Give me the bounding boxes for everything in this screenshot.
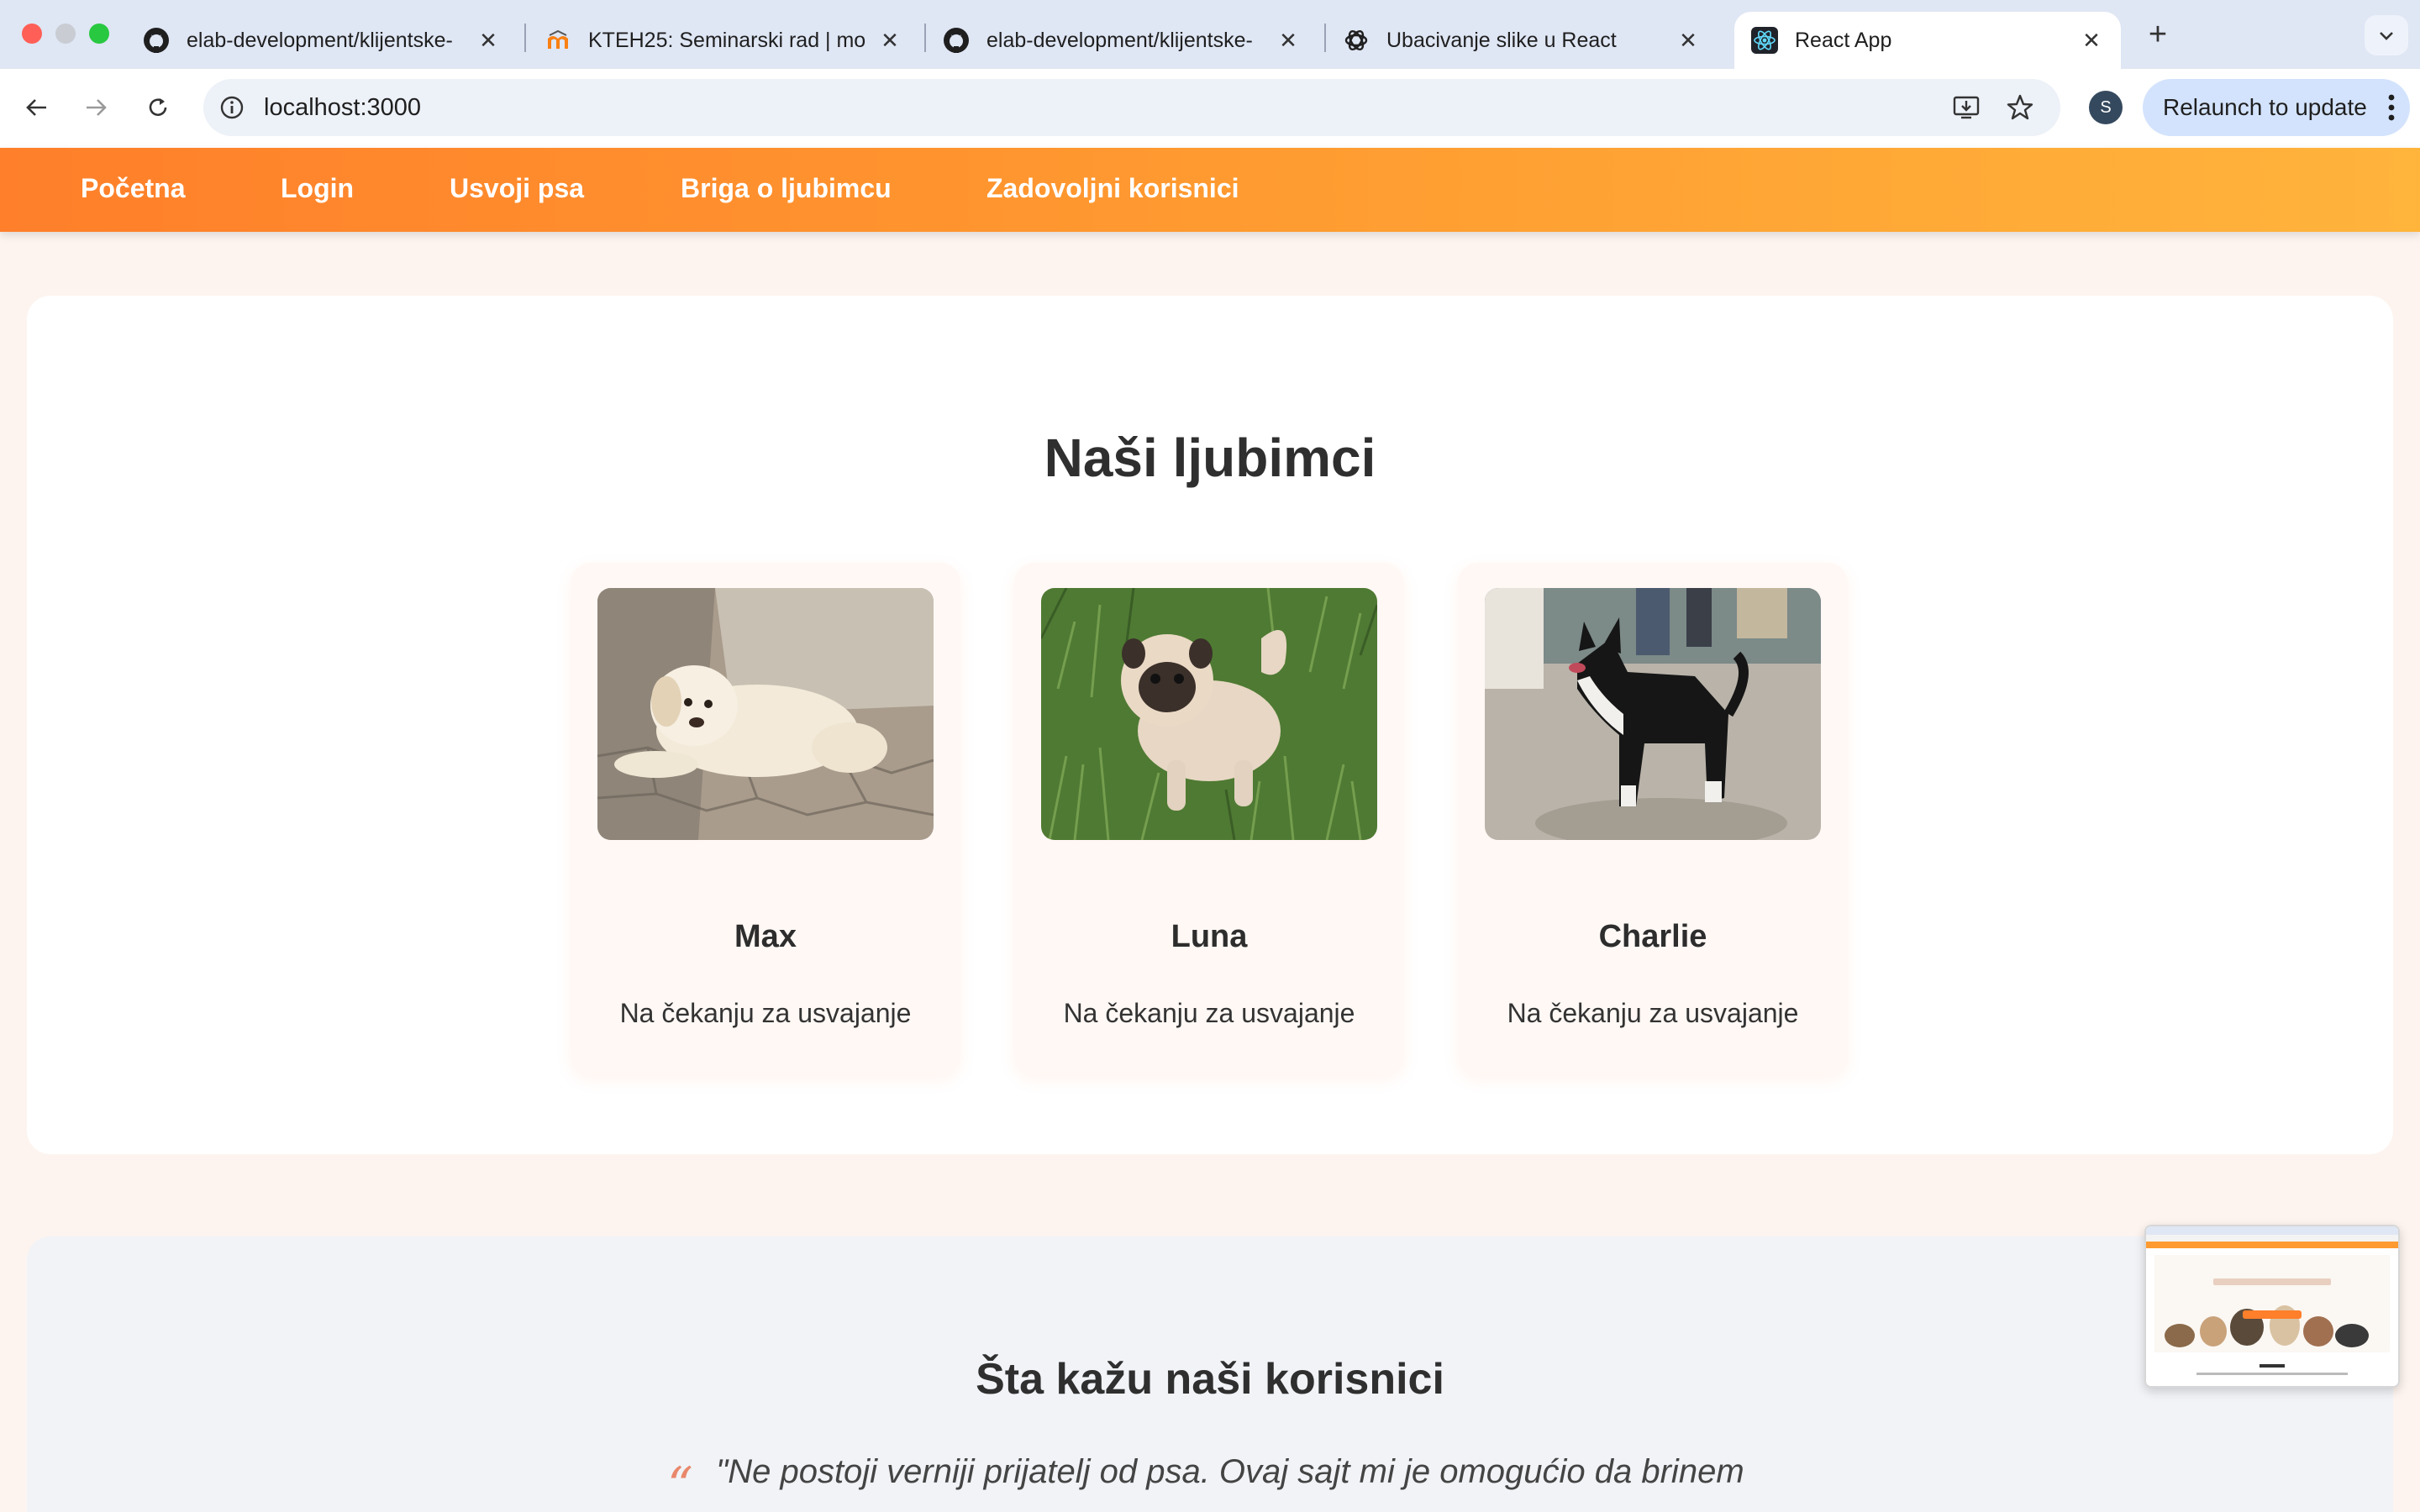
reload-button[interactable] bbox=[138, 87, 178, 128]
reload-icon bbox=[149, 98, 167, 116]
pet-card-luna[interactable]: Luna Na čekanju za usvajanje bbox=[1014, 563, 1404, 1075]
pet-card-charlie[interactable]: Charlie Na čekanju za usvajanje bbox=[1458, 563, 1848, 1075]
url-text: localhost:3000 bbox=[264, 94, 422, 121]
tab-title: React App bbox=[1795, 28, 1892, 52]
pet-status: Na čekanju za usvajanje bbox=[1063, 998, 1355, 1028]
site-info-icon[interactable] bbox=[217, 92, 247, 123]
screenshot-thumbnail[interactable] bbox=[2144, 1225, 2400, 1388]
main-nav: Početna Login Usvoji psa Briga o ljubimc… bbox=[0, 148, 2420, 232]
profile-avatar[interactable]: S bbox=[2089, 91, 2123, 124]
tab-title: elab-development/klijentske- bbox=[187, 28, 453, 52]
pet-name: Max bbox=[734, 919, 797, 954]
forward-button[interactable] bbox=[76, 87, 116, 128]
nav-link-pocetna[interactable]: Početna bbox=[81, 173, 185, 204]
nav-link-zadovoljni-korisnici[interactable]: Zadovoljni korisnici bbox=[986, 173, 1239, 204]
testimonials-section: Šta kažu naši korisnici “ "Ne postoji ve… bbox=[27, 1236, 2393, 1512]
screenshot-preview-image bbox=[2146, 1226, 2398, 1386]
tab-divider bbox=[524, 24, 526, 52]
address-bar[interactable]: localhost:3000 bbox=[203, 79, 2060, 136]
close-window-button[interactable] bbox=[22, 24, 42, 44]
react-icon bbox=[1751, 27, 1778, 54]
back-button[interactable] bbox=[17, 87, 57, 128]
browser-tab-3[interactable]: elab-development/klijentske- ✕ bbox=[926, 12, 1318, 69]
bookmark-star-icon[interactable] bbox=[2003, 91, 2037, 124]
moodle-icon bbox=[544, 27, 571, 54]
relaunch-button[interactable]: Relaunch to update bbox=[2143, 79, 2410, 136]
maximize-window-button[interactable] bbox=[89, 24, 109, 44]
browser-tab-1[interactable]: elab-development/klijentske- ✕ bbox=[126, 12, 518, 69]
nav-link-login[interactable]: Login bbox=[281, 173, 354, 204]
nav-link-briga-o-ljubimcu[interactable]: Briga o ljubimcu bbox=[681, 173, 892, 204]
pet-name: Charlie bbox=[1598, 919, 1707, 954]
browser-toolbar: localhost:3000 S Relaunch to update bbox=[0, 69, 2420, 148]
chatgpt-icon bbox=[1343, 27, 1370, 54]
close-icon[interactable]: ✕ bbox=[476, 28, 501, 54]
new-tab-button[interactable]: + bbox=[2141, 17, 2175, 53]
github-icon bbox=[143, 27, 170, 54]
close-icon[interactable]: ✕ bbox=[1276, 28, 1301, 54]
arrow-right-icon bbox=[87, 99, 107, 116]
pet-photo-max bbox=[597, 588, 934, 840]
github-icon bbox=[943, 27, 970, 54]
pet-status: Na čekanju za usvajanje bbox=[1507, 998, 1799, 1028]
pets-section: Naši ljubimci Max Na čekanju za usvajanj… bbox=[27, 296, 2393, 1154]
nav-link-usvoji-psa[interactable]: Usvoji psa bbox=[450, 173, 584, 204]
pet-photo-charlie bbox=[1485, 588, 1821, 840]
browser-tab-active[interactable]: React App ✕ bbox=[1734, 12, 2121, 69]
pet-photo-luna bbox=[1041, 588, 1377, 840]
tab-title: KTEH25: Seminarski rad | mo bbox=[588, 28, 865, 52]
minimize-window-button[interactable] bbox=[55, 24, 76, 44]
pet-card-max[interactable]: Max Na čekanju za usvajanje bbox=[571, 563, 960, 1075]
relaunch-label: Relaunch to update bbox=[2163, 94, 2367, 120]
close-icon[interactable]: ✕ bbox=[2079, 28, 2104, 54]
pet-status: Na čekanju za usvajanje bbox=[619, 998, 912, 1028]
install-app-icon[interactable] bbox=[1949, 91, 1983, 124]
chevron-down-icon bbox=[2380, 32, 2393, 40]
quote-icon: “ bbox=[667, 1457, 693, 1512]
tab-title: elab-development/klijentske- bbox=[986, 28, 1253, 52]
tab-search-button[interactable] bbox=[2365, 15, 2408, 55]
close-icon[interactable]: ✕ bbox=[1676, 28, 1701, 54]
pets-title: Naši ljubimci bbox=[1044, 428, 1376, 488]
close-icon[interactable]: ✕ bbox=[877, 28, 902, 54]
testimonial-quote: "Ne postoji verniji prijatelj od psa. Ov… bbox=[716, 1453, 1744, 1490]
tab-title: Ubacivanje slike u React bbox=[1386, 28, 1617, 52]
pet-name: Luna bbox=[1171, 919, 1248, 954]
browser-tab-2[interactable]: KTEH25: Seminarski rad | mo ✕ bbox=[528, 12, 919, 69]
browser-tab-4[interactable]: Ubacivanje slike u React ✕ bbox=[1326, 12, 1718, 69]
testimonials-title: Šta kažu naši korisnici bbox=[976, 1355, 1444, 1404]
more-menu-icon[interactable] bbox=[2388, 92, 2395, 123]
arrow-left-icon bbox=[26, 99, 46, 116]
browser-tab-strip: elab-development/klijentske- ✕ KTEH25: S… bbox=[0, 0, 2420, 69]
